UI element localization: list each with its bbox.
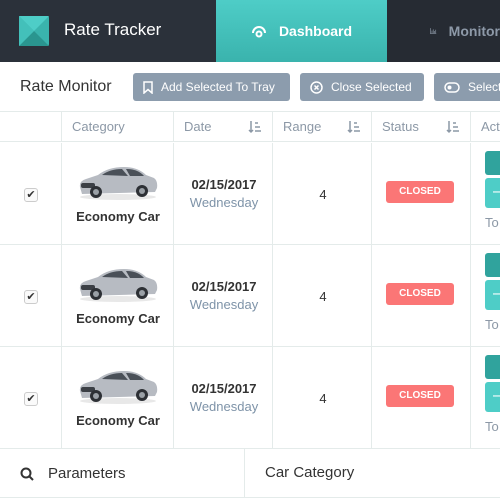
close-selected-button[interactable]: Close Selected xyxy=(300,73,424,101)
header-category[interactable]: Category xyxy=(62,112,174,142)
add-to-tray-button[interactable]: Add Selected To Tray xyxy=(133,73,290,101)
range-cell: 4 xyxy=(273,143,372,245)
gauge-icon xyxy=(251,26,266,38)
minus-icon: — xyxy=(493,183,500,200)
select-button[interactable]: Select xyxy=(434,73,500,101)
app-logo-icon xyxy=(19,16,49,46)
category-name: Economy Car xyxy=(76,209,160,224)
header-range-label: Range xyxy=(283,119,322,134)
search-icon xyxy=(20,467,34,481)
actions-cell: — To xyxy=(471,245,500,347)
nav-tab-dashboard[interactable]: Dashboard xyxy=(216,0,387,62)
nav-tab-dashboard-label: Dashboard xyxy=(278,23,353,39)
select-cell: ✔ xyxy=(0,245,62,347)
action-secondary-button[interactable]: — xyxy=(485,382,500,412)
status-cell: CLOSED xyxy=(372,143,471,245)
toggle-icon xyxy=(444,81,460,93)
action-primary-button[interactable] xyxy=(485,355,500,379)
header-status[interactable]: Status xyxy=(372,112,471,142)
car-category-tab[interactable]: Car Category xyxy=(265,464,354,481)
day-value: Wednesday xyxy=(189,195,259,210)
date-value: 02/15/2017 xyxy=(191,279,257,294)
select-label: Select xyxy=(468,80,500,94)
bookmark-icon xyxy=(143,80,153,94)
header-range[interactable]: Range xyxy=(273,112,372,142)
select-cell: ✔ xyxy=(0,143,62,245)
add-to-tray-label: Add Selected To Tray xyxy=(161,80,275,94)
date-value: 02/15/2017 xyxy=(191,381,257,396)
table-row[interactable]: ✔ Economy Car 02/15/2017 Wednesday 4 CLO… xyxy=(0,143,500,245)
toolbar: Rate Monitor Add Selected To Tray Close … xyxy=(0,62,500,112)
actions-cell: — To xyxy=(471,143,500,245)
sort-icon[interactable] xyxy=(446,120,460,137)
sort-icon[interactable] xyxy=(248,120,262,137)
category-cell: Economy Car xyxy=(62,245,174,347)
row-checkbox[interactable]: ✔ xyxy=(24,290,38,304)
status-badge: CLOSED xyxy=(386,385,454,407)
date-cell: 02/15/2017 Wednesday xyxy=(174,245,273,347)
range-value: 4 xyxy=(319,391,327,406)
car-image xyxy=(76,365,160,405)
category-name: Economy Car xyxy=(76,311,160,326)
status-badge: CLOSED xyxy=(386,283,454,305)
action-primary-button[interactable] xyxy=(485,253,500,277)
action-secondary-button[interactable]: — xyxy=(485,280,500,310)
header-actions: Actions xyxy=(471,112,500,142)
row-checkbox[interactable]: ✔ xyxy=(24,392,38,406)
minus-icon: — xyxy=(493,285,500,302)
range-value: 4 xyxy=(319,187,327,202)
range-cell: 4 xyxy=(273,245,372,347)
header-date[interactable]: Date xyxy=(174,112,273,142)
sort-icon[interactable] xyxy=(347,120,361,137)
minus-icon: — xyxy=(493,387,500,404)
nav-tab-monitor-label: Monitor xyxy=(448,23,500,39)
app-title: Rate Tracker xyxy=(64,20,162,39)
status-cell: CLOSED xyxy=(372,245,471,347)
date-cell: 02/15/2017 Wednesday xyxy=(174,347,273,449)
status-badge: CLOSED xyxy=(386,181,454,203)
close-circle-icon xyxy=(310,80,323,94)
status-cell: CLOSED xyxy=(372,347,471,449)
parameters-tab[interactable]: Parameters xyxy=(0,449,245,498)
day-value: Wednesday xyxy=(189,297,259,312)
range-cell: 4 xyxy=(273,347,372,449)
action-text: To xyxy=(485,317,499,332)
close-selected-label: Close Selected xyxy=(331,80,412,94)
category-name: Economy Car xyxy=(76,413,160,428)
category-cell: Economy Car xyxy=(62,347,174,449)
table-row[interactable]: ✔ Economy Car 02/15/2017 Wednesday 4 CLO… xyxy=(0,347,500,449)
nav-tab-monitor[interactable]: Monitor xyxy=(387,0,500,62)
parameters-label: Parameters xyxy=(48,465,126,482)
bar-chart-icon xyxy=(430,28,437,34)
category-cell: Economy Car xyxy=(62,143,174,245)
table-row[interactable]: ✔ Economy Car 02/15/2017 Wednesday 4 CLO… xyxy=(0,245,500,347)
select-cell: ✔ xyxy=(0,347,62,449)
date-cell: 02/15/2017 Wednesday xyxy=(174,143,273,245)
header-date-label: Date xyxy=(184,119,212,134)
header-status-label: Status xyxy=(382,119,419,134)
top-bar: Rate Tracker Dashboard Monitor xyxy=(0,0,500,62)
footer-filters: Parameters Car Category xyxy=(0,448,500,498)
action-text: To xyxy=(485,419,499,434)
actions-cell: — To xyxy=(471,347,500,449)
action-text: To xyxy=(485,215,499,230)
header-actions-label: Actions xyxy=(481,119,500,134)
action-secondary-button[interactable]: — xyxy=(485,178,500,208)
date-value: 02/15/2017 xyxy=(191,177,257,192)
car-image xyxy=(76,161,160,201)
page-title: Rate Monitor xyxy=(20,78,112,95)
day-value: Wednesday xyxy=(189,399,259,414)
car-image xyxy=(76,263,160,303)
range-value: 4 xyxy=(319,289,327,304)
row-checkbox[interactable]: ✔ xyxy=(24,188,38,202)
header-select xyxy=(0,112,62,142)
action-primary-button[interactable] xyxy=(485,151,500,175)
header-category-label: Category xyxy=(72,119,125,134)
